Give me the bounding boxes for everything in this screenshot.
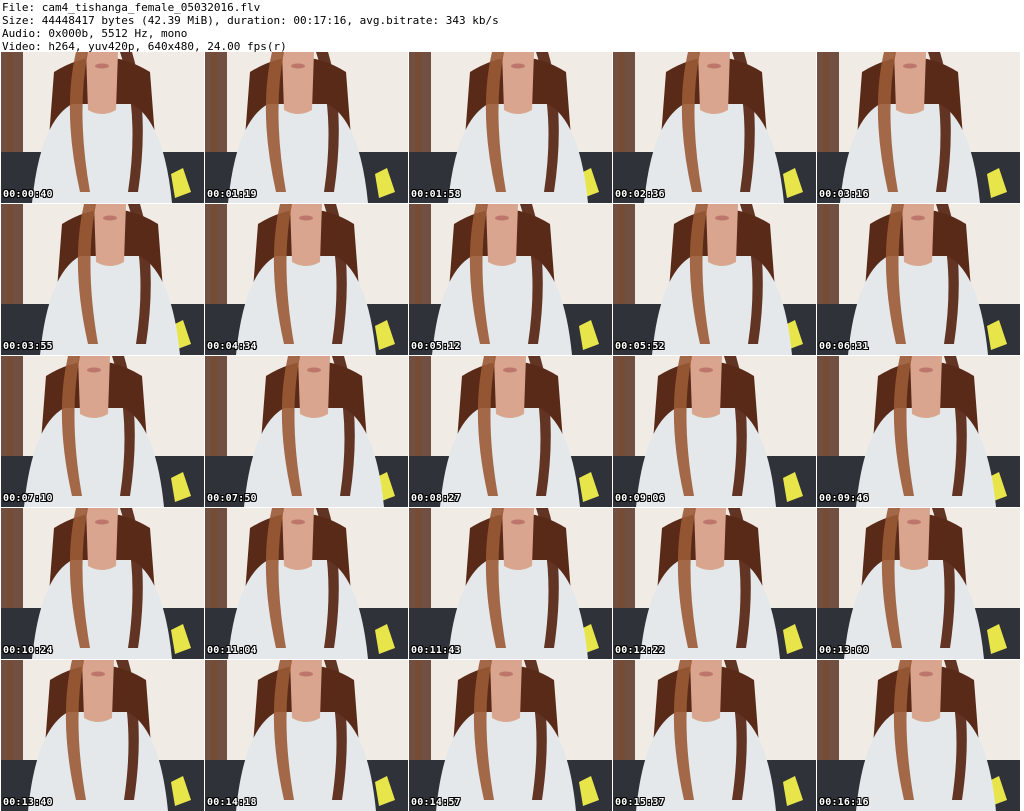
video-thumbnail: 00:11:43 [409,508,612,659]
thumbnail-image [817,204,1020,355]
thumbnail-timestamp: 00:11:43 [411,645,461,656]
thumbnail-image [1,660,204,811]
thumbnail-image [205,356,408,507]
thumbnail-image [613,356,816,507]
thumbnail-timestamp: 00:04:34 [207,341,257,352]
thumbnail-image [613,204,816,355]
thumbnail-image [613,508,816,659]
video-thumbnail: 00:04:34 [205,204,408,355]
thumbnail-image [205,508,408,659]
thumbnail-timestamp: 00:05:12 [411,341,461,352]
video-thumbnail: 00:13:40 [1,660,204,811]
thumbnail-timestamp: 00:10:24 [3,645,53,656]
thumbnail-timestamp: 00:14:18 [207,797,257,808]
video-thumbnail: 00:03:55 [1,204,204,355]
thumbnail-image [817,356,1020,507]
thumbnail-image [1,356,204,507]
thumbnail-timestamp: 00:02:36 [615,189,665,200]
thumbnail-image [409,52,612,203]
thumbnail-timestamp: 00:07:10 [3,493,53,504]
video-thumbnail: 00:05:12 [409,204,612,355]
video-thumbnail: 00:14:57 [409,660,612,811]
video-thumbnail: 00:05:52 [613,204,816,355]
file-info-header: File: cam4_tishanga_female_05032016.flv … [0,0,1024,53]
video-thumbnail: 00:00:40 [1,52,204,203]
thumbnail-timestamp: 00:11:04 [207,645,257,656]
thumbnail-image [409,356,612,507]
video-thumbnail: 00:14:18 [205,660,408,811]
video-thumbnail: 00:03:16 [817,52,1020,203]
video-thumbnail: 00:13:00 [817,508,1020,659]
video-thumbnail: 00:15:37 [613,660,816,811]
thumbnail-image [613,660,816,811]
thumbnail-image [817,508,1020,659]
thumbnail-timestamp: 00:12:22 [615,645,665,656]
thumbnail-timestamp: 00:09:06 [615,493,665,504]
thumbnail-image [1,508,204,659]
video-thumbnail: 00:11:04 [205,508,408,659]
thumbnail-timestamp: 00:03:55 [3,341,53,352]
thumbnail-timestamp: 00:06:31 [819,341,869,352]
video-thumbnail: 00:02:36 [613,52,816,203]
thumbnail-image [205,52,408,203]
thumbnail-image [613,52,816,203]
thumbnail-image [205,204,408,355]
thumbnail-timestamp: 00:01:58 [411,189,461,200]
video-thumbnail: 00:06:31 [817,204,1020,355]
thumbnail-timestamp: 00:08:27 [411,493,461,504]
thumbnail-timestamp: 00:14:57 [411,797,461,808]
video-thumbnail: 00:07:10 [1,356,204,507]
thumbnail-image [817,52,1020,203]
video-thumbnail: 00:08:27 [409,356,612,507]
video-thumbnail: 00:09:46 [817,356,1020,507]
thumbnail-timestamp: 00:07:50 [207,493,257,504]
video-thumbnail: 00:07:50 [205,356,408,507]
file-size-text: Size: 44448417 bytes (42.39 MiB), durati… [2,14,499,27]
thumbnail-image [409,508,612,659]
thumbnail-image [409,204,612,355]
thumbnail-timestamp: 00:16:16 [819,797,869,808]
video-thumbnail: 00:12:22 [613,508,816,659]
thumbnail-grid: 00:00:40 00:01:19 00:01:58 00:02:36 00:03:16… [1,52,1023,811]
thumbnail-timestamp: 00:13:40 [3,797,53,808]
file-name-text: File: cam4_tishanga_female_05032016.flv [2,1,261,14]
video-thumbnail: 00:01:19 [205,52,408,203]
thumbnail-timestamp: 00:00:40 [3,189,53,200]
thumbnail-timestamp: 00:09:46 [819,493,869,504]
thumbnail-image [1,52,204,203]
thumbnail-image [205,660,408,811]
thumbnail-image [409,660,612,811]
video-thumbnail: 00:10:24 [1,508,204,659]
thumbnail-timestamp: 00:03:16 [819,189,869,200]
thumbnail-timestamp: 00:15:37 [615,797,665,808]
thumbnail-timestamp: 00:01:19 [207,189,257,200]
thumbnail-timestamp: 00:13:00 [819,645,869,656]
thumbnail-timestamp: 00:05:52 [615,341,665,352]
audio-info-text: Audio: 0x000b, 5512 Hz, mono [2,27,188,40]
thumbnail-image [1,204,204,355]
video-thumbnail: 00:09:06 [613,356,816,507]
video-thumbnail: 00:16:16 [817,660,1020,811]
video-thumbnail: 00:01:58 [409,52,612,203]
thumbnail-image [817,660,1020,811]
